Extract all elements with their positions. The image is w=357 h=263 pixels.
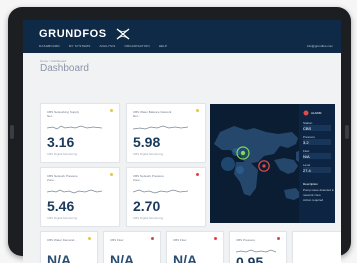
alarm-icon: [303, 110, 309, 116]
sparkline-chart: [133, 125, 188, 130]
info-note-line-2: network zone: [303, 193, 321, 197]
map-marker-green-icon[interactable]: [236, 146, 250, 160]
status-dot: [110, 173, 113, 176]
info-notes-title: Description: [303, 182, 319, 186]
kpi-label: CBS Pressure: [236, 238, 256, 242]
map-info-panel: ALARM Station CBS Pressure 3.2 Flow N/A …: [299, 104, 335, 223]
status-dot: [214, 237, 217, 240]
map-marker-alert-icon[interactable]: [258, 160, 270, 172]
map-widget[interactable]: ALARM Station CBS Pressure 3.2 Flow N/A …: [210, 104, 335, 223]
kpi-value: 0.95: [236, 254, 264, 263]
kpi-card-3[interactable]: CBS Network Pressure Zone... 5.46 CBS Di…: [40, 167, 120, 227]
kpi-card-5[interactable]: CBS Water Demand... N/A: [40, 231, 98, 263]
nav-item-analysis[interactable]: ANALYSIS: [99, 44, 115, 48]
kpi-value: N/A: [173, 252, 198, 263]
kpi-value: N/A: [110, 252, 135, 263]
kpi-card-1[interactable]: CBS Networking Supply Net... 3.16 CBS Di…: [40, 103, 120, 163]
kpi-value: 3.16: [47, 134, 75, 150]
status-dot: [110, 109, 113, 112]
kpi-subtext: CBS Digital Monitoring: [133, 152, 164, 156]
page-title: Dashboard: [40, 63, 89, 74]
kpi-card-4[interactable]: CBS Network Pressure Zone... 2.70 CBS Di…: [126, 167, 206, 227]
tablet-side-button-right: [345, 125, 349, 139]
kpi-subtext: CBS Digital Monitoring: [47, 216, 78, 220]
user-account[interactable]: info@grundfos.com: [307, 44, 333, 48]
status-dot: [196, 109, 199, 112]
kpi-label: CBS Networking Supply Net...: [47, 110, 80, 118]
kpi-card-8[interactable]: CBS Pressure 0.95: [229, 231, 287, 263]
kpi-card-6[interactable]: CBS Flow N/A: [103, 231, 161, 263]
kpi-label: CBS Water Demand...: [47, 238, 77, 242]
kpi-value: 2.70: [133, 198, 161, 214]
tablet-frame: GRUNDFOS DASHBOARD MY SYSTEMS ANALYSIS O…: [8, 7, 351, 263]
nav-item-dashboard[interactable]: DASHBOARD: [39, 44, 60, 48]
kpi-card-7[interactable]: CBS Flow N/A: [166, 231, 224, 263]
sparkline-chart: [133, 189, 188, 194]
nav-item-my-systems[interactable]: MY SYSTEMS: [69, 44, 91, 48]
kpi-value: 5.98: [133, 134, 161, 150]
tablet-side-button-left: [10, 125, 14, 139]
top-bar: GRUNDFOS DASHBOARD MY SYSTEMS ANALYSIS O…: [23, 20, 341, 53]
nav-item-organisation[interactable]: ORGANISATION: [125, 44, 150, 48]
main-nav: DASHBOARD MY SYSTEMS ANALYSIS ORGANISATI…: [39, 44, 167, 48]
sparkline-chart: [47, 125, 102, 130]
kpi-label: CBS Flow: [110, 238, 124, 242]
tablet-screen: GRUNDFOS DASHBOARD MY SYSTEMS ANALYSIS O…: [23, 20, 341, 263]
info-value-flow: N/A: [303, 154, 310, 159]
kpi-label: CBS Flow: [173, 238, 187, 242]
kpi-label: CBS Water Balance Network Ret...: [133, 110, 172, 118]
status-dot: [88, 237, 91, 240]
info-value-station: CBS: [303, 126, 312, 131]
kpi-card-9-partial[interactable]: [292, 231, 341, 263]
kpi-subtext: CBS Digital Monitoring: [133, 216, 164, 220]
alarm-label: ALARM: [311, 111, 322, 115]
kpi-card-2[interactable]: CBS Water Balance Network Ret... 5.98 CB…: [126, 103, 206, 163]
status-dot: [151, 237, 154, 240]
nav-item-help[interactable]: HELP: [159, 44, 168, 48]
status-dot: [277, 237, 280, 240]
status-dot: [196, 173, 199, 176]
info-note-line-1: Pump issue detected in: [303, 188, 335, 192]
kpi-value: N/A: [47, 252, 72, 263]
kpi-label: CBS Network Pressure Zone...: [47, 174, 78, 182]
kpi-value: 5.46: [47, 198, 75, 214]
info-value-level: 27.4: [303, 168, 311, 173]
grundfos-logo-icon: [116, 28, 130, 40]
sparkline-chart: [47, 189, 102, 194]
info-note-line-3: Action required: [303, 198, 324, 202]
info-value-pressure: 3.2: [303, 140, 309, 145]
kpi-subtext: CBS Digital Monitoring: [47, 152, 78, 156]
kpi-label: CBS Network Pressure Zone...: [133, 174, 164, 182]
brand-name: GRUNDFOS: [39, 28, 107, 40]
